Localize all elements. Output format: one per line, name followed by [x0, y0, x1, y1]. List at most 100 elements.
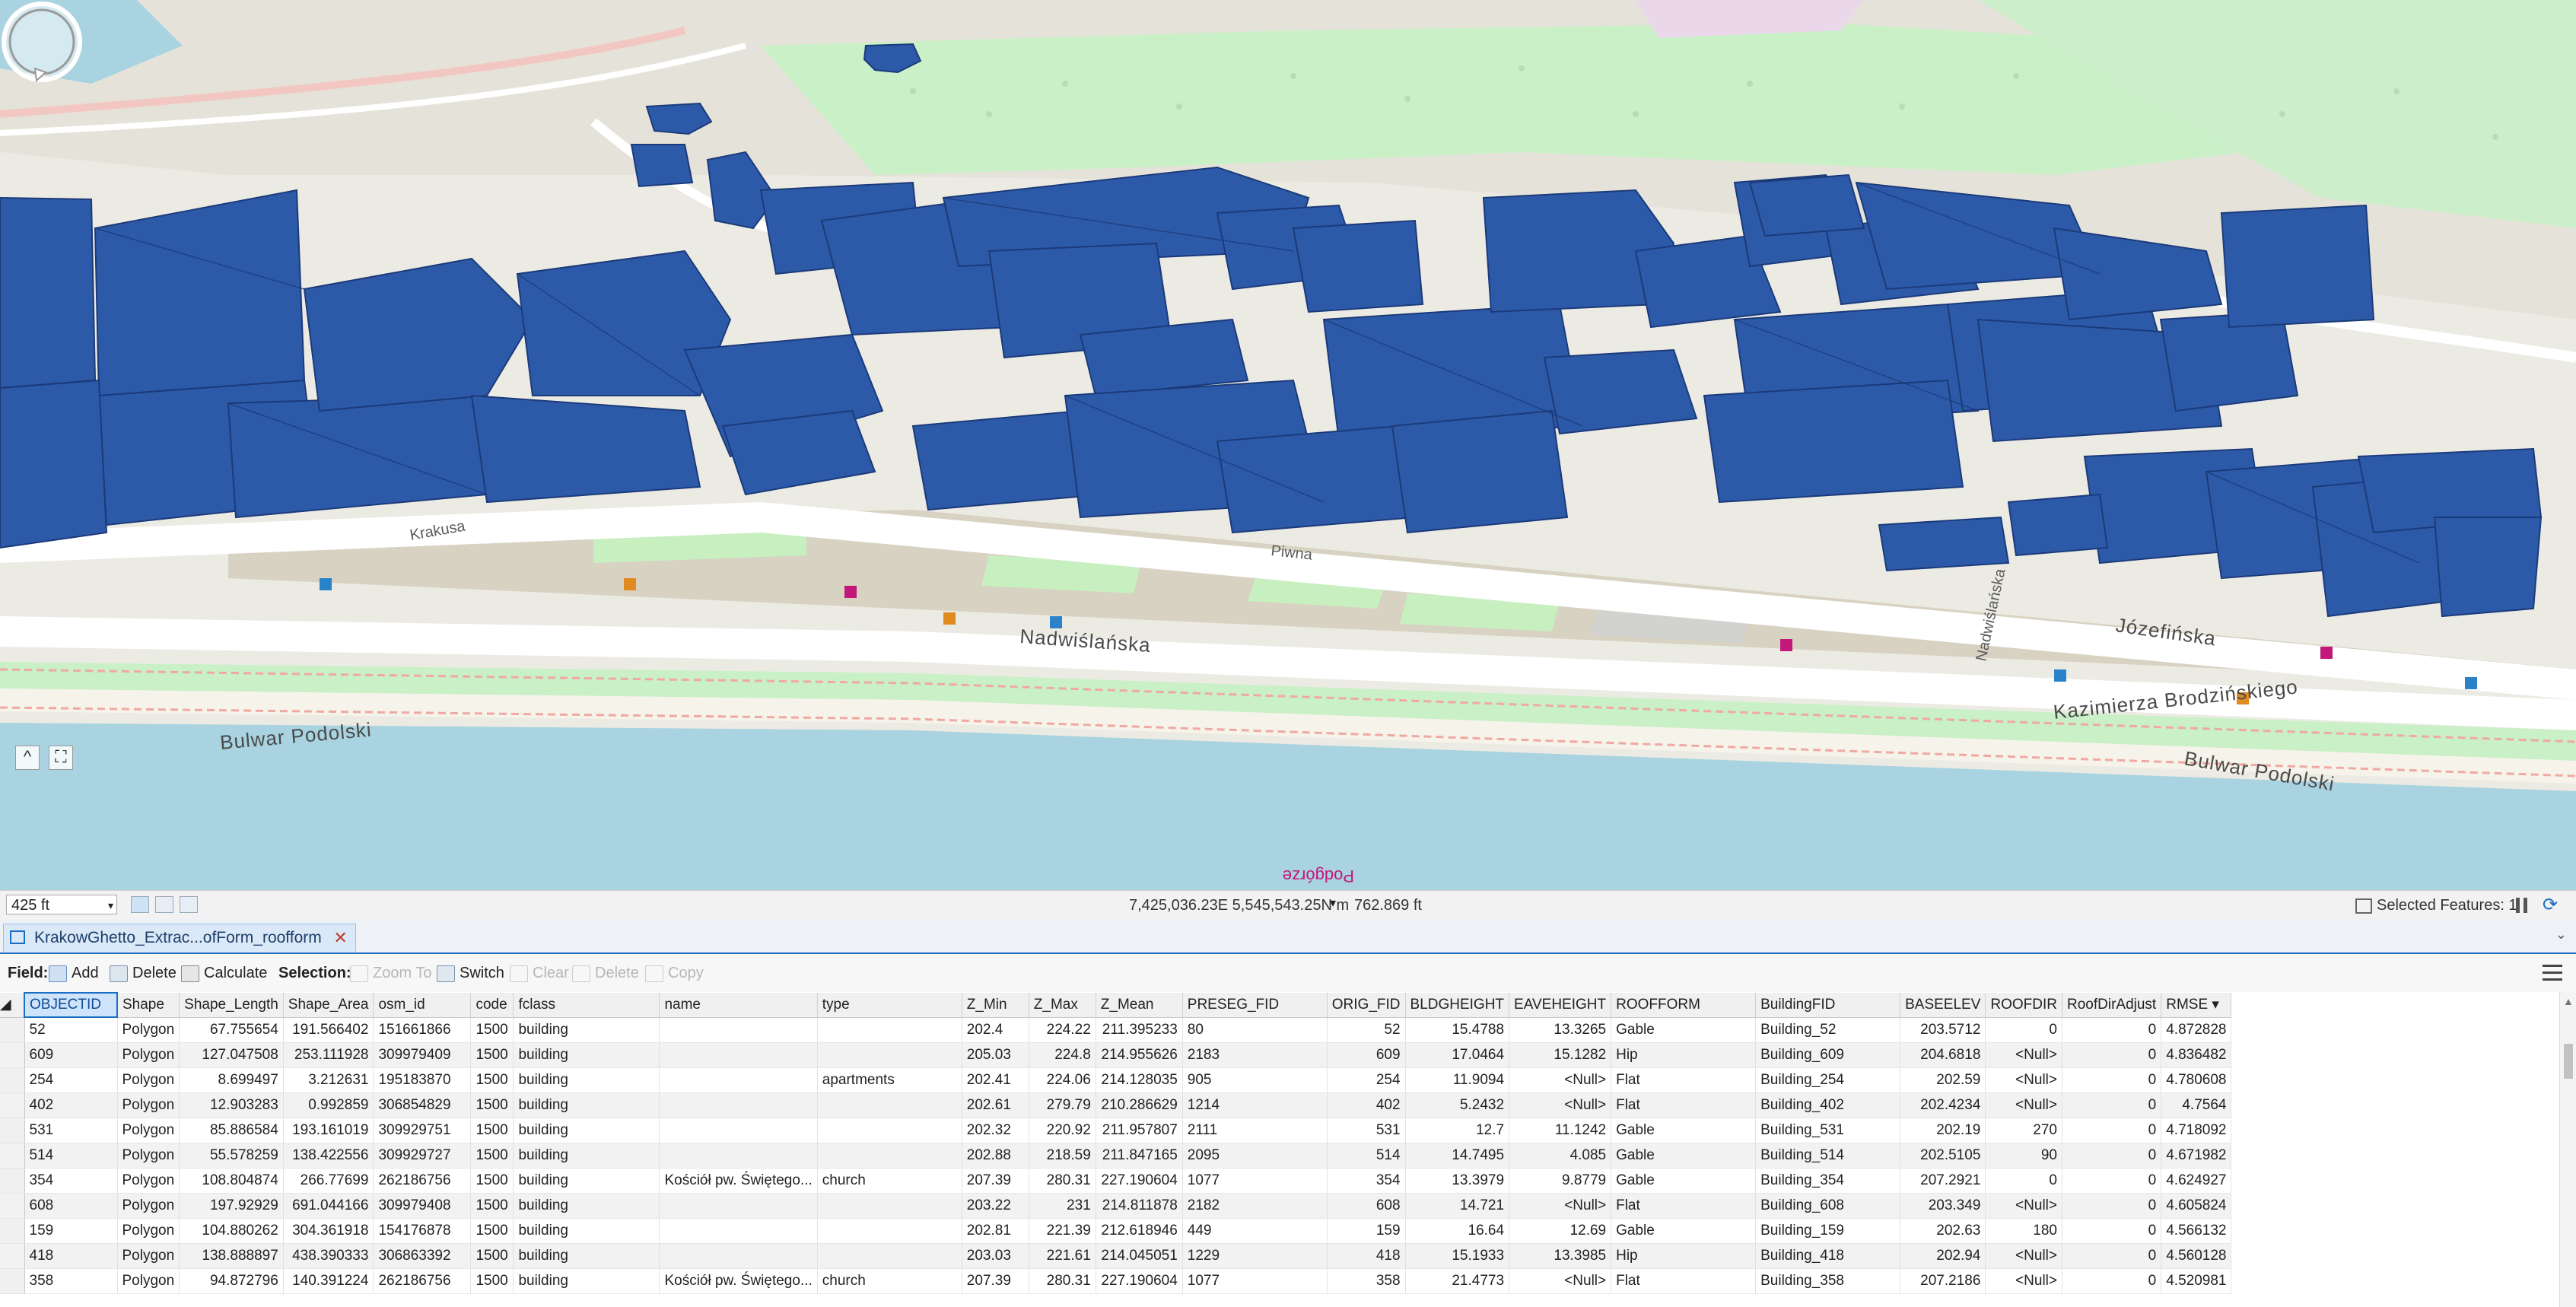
table-cell[interactable]: 8.699497: [179, 1067, 284, 1093]
table-cell[interactable]: Gable: [1611, 1143, 1757, 1169]
table-cell[interactable]: 224.22: [1029, 1017, 1096, 1043]
table-cell[interactable]: 13.3265: [1509, 1017, 1612, 1043]
table-cell[interactable]: [659, 1218, 818, 1244]
table-cell[interactable]: 4.671982: [2161, 1143, 2232, 1169]
table-cell[interactable]: building: [513, 1143, 660, 1169]
table-row[interactable]: 358 Polygon 94.872796 140.391224 262186756 15…: [0, 1268, 2232, 1294]
column-header-roofdiradjust[interactable]: RoofDirAdjust: [2062, 993, 2162, 1018]
calculate-field-button[interactable]: Calculate: [181, 963, 267, 983]
table-cell[interactable]: 4.085: [1509, 1143, 1612, 1169]
table-cell[interactable]: building: [513, 1243, 660, 1269]
table-cell[interactable]: 203.349: [1900, 1193, 1986, 1219]
table-cell[interactable]: 12.903283: [179, 1092, 284, 1118]
table-cell[interactable]: 4.836482: [2161, 1042, 2232, 1068]
table-cell[interactable]: <Null>: [1985, 1268, 2062, 1294]
table-cell[interactable]: 52: [24, 1017, 118, 1043]
row-selector[interactable]: [0, 1118, 25, 1143]
switch-selection-button[interactable]: Switch: [437, 963, 504, 983]
table-cell[interactable]: 13.3979: [1405, 1168, 1510, 1194]
row-selector[interactable]: [0, 1067, 25, 1093]
table-row[interactable]: 418 Polygon 138.888897 438.390333 306863392 1…: [0, 1243, 2232, 1269]
tab-attribute-table[interactable]: KrakowGhetto_Extrac...ofForm_roofform ✕: [3, 924, 356, 952]
table-cell[interactable]: 202.59: [1900, 1067, 1986, 1093]
column-header-orig-fid[interactable]: ORIG_FID: [1327, 993, 1406, 1018]
close-icon[interactable]: ✕: [333, 924, 347, 952]
table-cell[interactable]: 514: [24, 1143, 118, 1169]
table-cell[interactable]: Building_402: [1755, 1092, 1901, 1118]
table-cell[interactable]: Building_159: [1755, 1218, 1901, 1244]
table-cell[interactable]: Polygon: [117, 1218, 180, 1244]
table-cell[interactable]: building: [513, 1218, 660, 1244]
table-cell[interactable]: Polygon: [117, 1193, 180, 1219]
table-cell[interactable]: building: [513, 1118, 660, 1143]
table-cell[interactable]: 1214: [1182, 1092, 1328, 1118]
table-cell[interactable]: Polygon: [117, 1067, 180, 1093]
table-cell[interactable]: Gable: [1611, 1118, 1757, 1143]
column-header-z-min[interactable]: Z_Min: [962, 993, 1029, 1018]
table-cell[interactable]: Flat: [1611, 1092, 1757, 1118]
column-header-roofform[interactable]: ROOFFORM: [1611, 993, 1757, 1018]
table-cell[interactable]: 309929751: [373, 1118, 472, 1143]
table-cell[interactable]: 207.39: [962, 1268, 1029, 1294]
table-cell[interactable]: Building_531: [1755, 1118, 1901, 1143]
table-cell[interactable]: 1500: [470, 1243, 514, 1269]
table-cell[interactable]: Polygon: [117, 1143, 180, 1169]
table-cell[interactable]: Polygon: [117, 1017, 180, 1043]
table-cell[interactable]: 418: [24, 1243, 118, 1269]
table-cell[interactable]: <Null>: [1509, 1067, 1612, 1093]
table-cell[interactable]: [817, 1143, 962, 1169]
row-selector[interactable]: [0, 1218, 25, 1244]
table-cell[interactable]: church: [817, 1168, 962, 1194]
table-row[interactable]: 514 Polygon 55.578259 138.422556 309929727 15…: [0, 1143, 2232, 1169]
scale-dropdown[interactable]: 425 ft ▾: [6, 895, 117, 914]
table-cell[interactable]: 0: [1985, 1017, 2062, 1043]
table-cell[interactable]: 90: [1985, 1143, 2062, 1169]
table-cell[interactable]: 1500: [470, 1017, 514, 1043]
table-cell[interactable]: 1500: [470, 1067, 514, 1093]
table-cell[interactable]: 214.955626: [1096, 1042, 1183, 1068]
column-header-preseg-fid[interactable]: PRESEG_FID: [1182, 993, 1328, 1018]
table-cell[interactable]: <Null>: [1985, 1042, 2062, 1068]
table-cell[interactable]: 138.422556: [283, 1143, 374, 1169]
table-cell[interactable]: 15.1282: [1509, 1042, 1612, 1068]
table-cell[interactable]: 0: [2062, 1268, 2162, 1294]
table-cell[interactable]: 1500: [470, 1092, 514, 1118]
table-cell[interactable]: Polygon: [117, 1118, 180, 1143]
column-header-rmse[interactable]: RMSE ▾: [2161, 993, 2232, 1018]
table-cell[interactable]: Building_354: [1755, 1168, 1901, 1194]
table-cell[interactable]: building: [513, 1168, 660, 1194]
table-cell[interactable]: 254: [1327, 1067, 1406, 1093]
table-cell[interactable]: 531: [1327, 1118, 1406, 1143]
table-cell[interactable]: building: [513, 1042, 660, 1068]
table-cell[interactable]: 218.59: [1029, 1143, 1096, 1169]
table-cell[interactable]: 207.2186: [1900, 1268, 1986, 1294]
delete-field-button[interactable]: Delete: [110, 963, 177, 983]
table-cell[interactable]: 1500: [470, 1042, 514, 1068]
table-cell[interactable]: Polygon: [117, 1168, 180, 1194]
table-cell[interactable]: 1500: [470, 1118, 514, 1143]
table-cell[interactable]: 309979408: [373, 1193, 472, 1219]
table-cell[interactable]: <Null>: [1985, 1193, 2062, 1219]
table-cell[interactable]: [817, 1042, 962, 1068]
table-cell[interactable]: 0: [1985, 1168, 2062, 1194]
zoom-to-button[interactable]: Zoom To: [350, 963, 431, 983]
table-cell[interactable]: 2111: [1182, 1118, 1328, 1143]
table-cell[interactable]: Kościół pw. Świętego...: [659, 1268, 818, 1294]
table-row[interactable]: 531 Polygon 85.886584 193.161019 309929751 15…: [0, 1118, 2232, 1143]
table-cell[interactable]: 224.8: [1029, 1042, 1096, 1068]
table-cell[interactable]: 214.811878: [1096, 1193, 1183, 1219]
table-cell[interactable]: 21.4773: [1405, 1268, 1510, 1294]
table-cell[interactable]: 5.2432: [1405, 1092, 1510, 1118]
table-cell[interactable]: 4.7564: [2161, 1092, 2232, 1118]
table-cell[interactable]: 358: [24, 1268, 118, 1294]
column-header-name[interactable]: name: [659, 993, 818, 1018]
table-cell[interactable]: 207.2921: [1900, 1168, 1986, 1194]
table-cell[interactable]: Polygon: [117, 1092, 180, 1118]
table-cell[interactable]: 4.605824: [2161, 1193, 2232, 1219]
add-field-button[interactable]: Add: [49, 963, 99, 983]
table-cell[interactable]: 202.5105: [1900, 1143, 1986, 1169]
table-row[interactable]: 609 Polygon 127.047508 253.111928 309979409 1…: [0, 1042, 2232, 1068]
table-cell[interactable]: 9.8779: [1509, 1168, 1612, 1194]
table-cell[interactable]: 418: [1327, 1243, 1406, 1269]
table-cell[interactable]: 195183870: [373, 1067, 472, 1093]
